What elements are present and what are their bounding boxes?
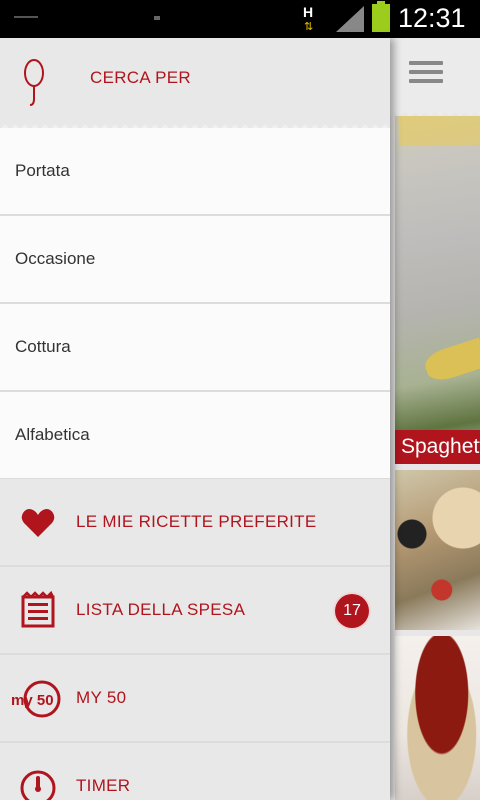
clock: 12:31 (398, 3, 466, 33)
network-type: H (303, 4, 314, 20)
menu-item-shopping-list[interactable]: LISTA DELLA SPESA 17 (0, 567, 390, 655)
menu-item-label: LE MIE RICETTE PREFERITE (76, 512, 317, 531)
my50-icon: my 50 (11, 680, 61, 718)
menu-icon[interactable] (409, 61, 443, 87)
recipe-photo-detail (421, 337, 480, 385)
notification-icon (14, 8, 38, 18)
recipe-card[interactable] (395, 636, 480, 800)
category-label: Occasione (15, 249, 96, 268)
menu-item-my50[interactable]: my 50 MY 50 (0, 655, 390, 743)
heart-icon (21, 509, 55, 537)
recipe-feed: Spaghetti (390, 38, 480, 800)
recipe-caption: Spaghetti (395, 430, 480, 464)
menu-item-timer[interactable]: TIMER (0, 743, 390, 800)
battery-icon (372, 1, 390, 32)
drawer-title: CERCA PER (90, 68, 191, 87)
action-menu: LE MIE RICETTE PREFERITE LISTA DELLA SPE… (0, 479, 390, 800)
usb-icon (154, 16, 160, 20)
recipe-card[interactable]: Spaghetti (395, 116, 480, 464)
signal-icon (336, 6, 364, 32)
category-item-alfabetica[interactable]: Alfabetica (0, 392, 390, 480)
category-label: Alfabetica (15, 425, 90, 444)
recipe-photo (400, 116, 480, 146)
timer-icon (20, 770, 56, 800)
category-label: Portata (15, 161, 70, 180)
spoon-icon (24, 59, 44, 106)
status-bar: H ⇅ 12:31 (0, 0, 480, 38)
drawer-header: CERCA PER (0, 38, 390, 124)
menu-item-label: LISTA DELLA SPESA (76, 600, 246, 619)
menu-item-label: MY 50 (76, 688, 127, 707)
menu-item-label: TIMER (76, 776, 131, 795)
search-categories: Portata Occasione Cottura Alfabetica (0, 128, 390, 480)
data-activity-icon: ⇅ (304, 21, 314, 33)
list-icon (21, 591, 55, 628)
category-label: Cottura (15, 337, 71, 356)
action-bar (390, 38, 480, 112)
category-item-occasione[interactable]: Occasione (0, 216, 390, 304)
menu-item-favorites[interactable]: LE MIE RICETTE PREFERITE (0, 479, 390, 567)
zigzag-divider (390, 108, 480, 116)
category-item-portata[interactable]: Portata (0, 128, 390, 216)
category-item-cottura[interactable]: Cottura (0, 304, 390, 392)
zigzag-divider (0, 120, 390, 128)
my50-icon-text: my 50 (11, 692, 54, 709)
count-badge: 17 (335, 594, 369, 628)
recipe-card[interactable] (395, 470, 480, 630)
navigation-drawer: CERCA PER Portata Occasione Cottura Alfa… (0, 38, 390, 800)
